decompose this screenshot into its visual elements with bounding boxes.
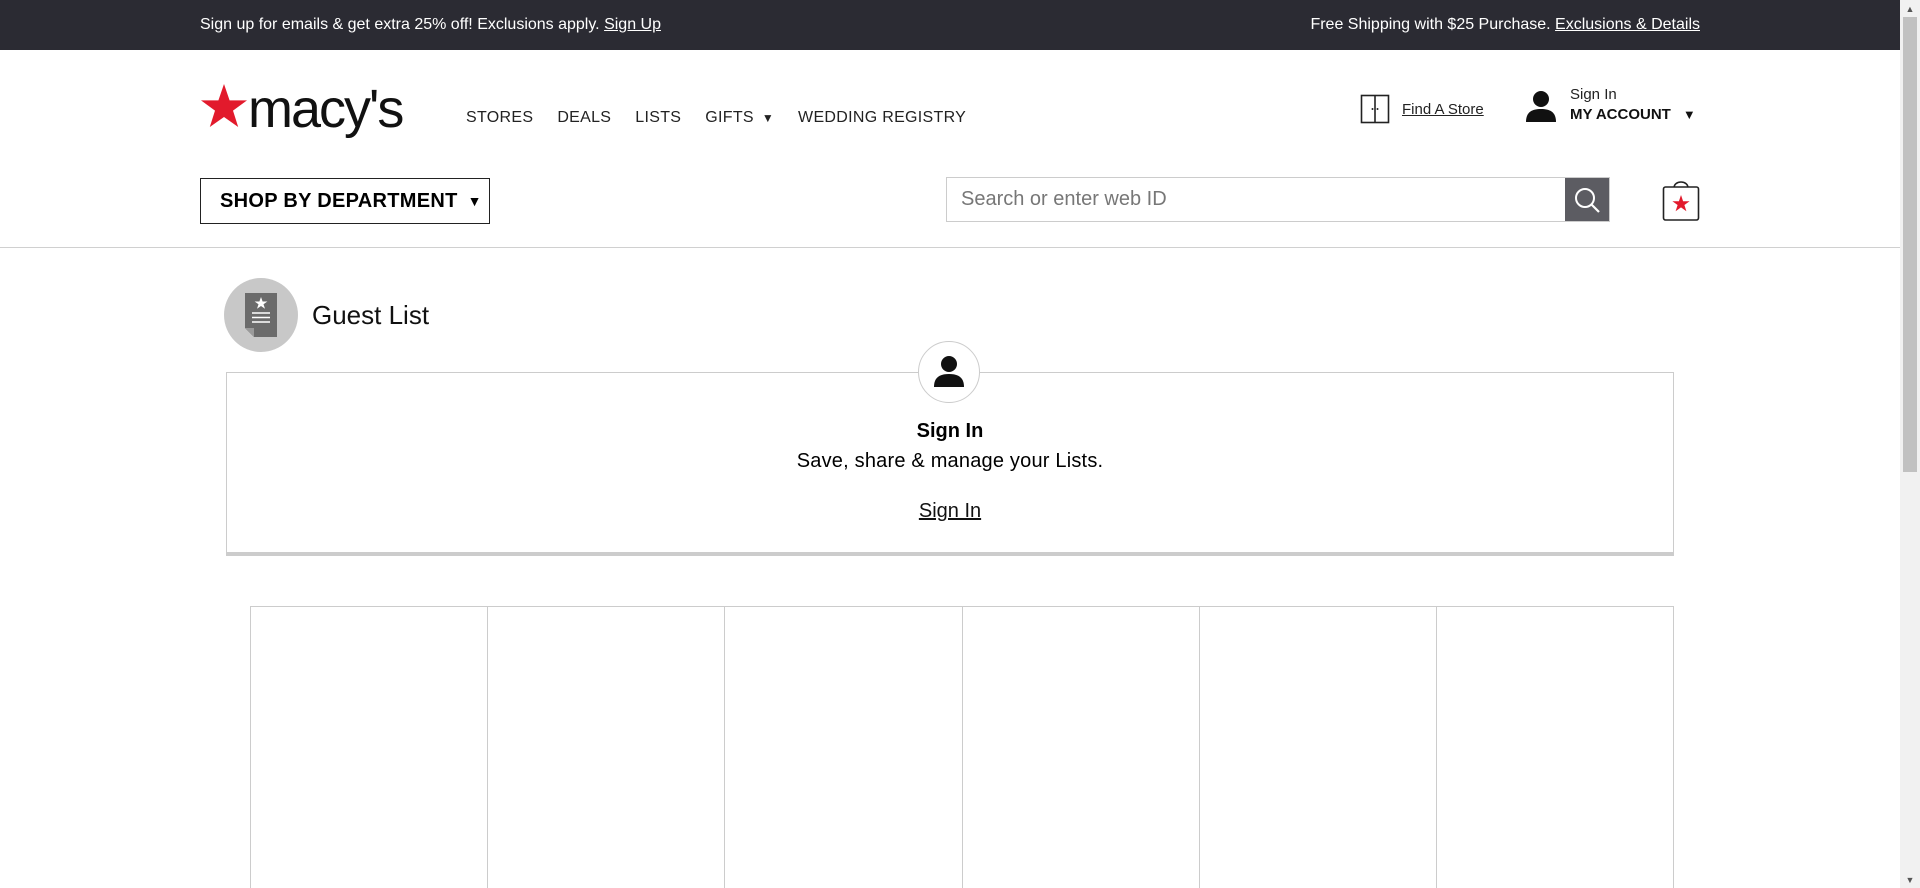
nav-lists[interactable]: LISTS (635, 109, 681, 127)
promo-left: Sign up for emails & get extra 25% off! … (200, 16, 661, 34)
shop-by-department-label: SHOP BY DEPARTMENT (220, 189, 458, 212)
my-account-text: MY ACCOUNT (1570, 106, 1671, 123)
nav-gifts[interactable]: GIFTS ▼ (705, 109, 774, 127)
search-input[interactable] (947, 178, 1565, 221)
scrollbar-thumb[interactable] (1903, 17, 1917, 472)
scroll-down-arrow-icon[interactable]: ▼ (1900, 871, 1920, 888)
promo-left-text: Sign up for emails & get extra 25% off! … (200, 16, 600, 33)
macys-logo[interactable]: macy's (200, 79, 404, 139)
promo-bar: Sign up for emails & get extra 25% off! … (0, 0, 1900, 50)
nav-stores-label: STORES (466, 109, 534, 126)
person-icon (1526, 91, 1556, 122)
signin-link-wrap: Sign In (0, 500, 1900, 523)
account-text: Sign In MY ACCOUNT ▼ (1570, 86, 1696, 123)
sign-up-link[interactable]: Sign Up (604, 16, 661, 33)
nav-gifts-label: GIFTS (705, 109, 754, 126)
signin-title: Sign In (916, 420, 984, 442)
caret-down-icon: ▼ (761, 111, 775, 125)
vertical-scrollbar[interactable]: ▲ ▼ (1900, 0, 1920, 888)
red-star-icon (201, 84, 247, 127)
person-icon (934, 356, 964, 387)
grid-cell (725, 607, 963, 888)
nav-stores[interactable]: STORES (466, 109, 533, 127)
grid-cell (251, 607, 489, 888)
site-header: macy's STORES DEALS LISTS GIFTS ▼ WEDDING… (0, 50, 1900, 248)
shop-by-department-button[interactable]: SHOP BY DEPARTMENT ▼ (200, 178, 490, 224)
store-door-icon (1360, 94, 1390, 124)
nav-wedding-registry-label: WEDDING REGISTRY (798, 109, 967, 126)
promo-right: Free Shipping with $25 Purchase. Exclusi… (1310, 16, 1700, 34)
logo-text: macy's (248, 79, 404, 139)
my-account-label: MY ACCOUNT ▼ (1570, 106, 1696, 123)
account-signin-label: Sign In (1570, 86, 1617, 103)
exclusions-details-link[interactable]: Exclusions & Details (1555, 16, 1700, 33)
account-menu[interactable]: Sign In MY ACCOUNT ▼ (1524, 86, 1696, 124)
grid-cell (488, 607, 726, 888)
list-icon-circle (224, 278, 298, 352)
list-document-icon (245, 293, 277, 337)
nav-deals[interactable]: DEALS (557, 109, 611, 127)
search-button[interactable] (1565, 178, 1609, 221)
caret-down-icon: ▼ (467, 193, 482, 209)
shopping-bag-icon (1662, 181, 1700, 221)
caret-down-icon: ▼ (1682, 107, 1696, 122)
find-store-link[interactable]: Find A Store (1402, 101, 1484, 118)
search-icon (1575, 187, 1600, 213)
promo-right-text: Free Shipping with $25 Purchase. (1310, 16, 1551, 33)
product-grid (250, 606, 1674, 888)
shopping-bag-button[interactable] (1662, 176, 1700, 222)
grid-cell (1437, 607, 1673, 888)
nav-wedding-registry[interactable]: WEDDING REGISTRY (798, 109, 966, 127)
find-store[interactable]: Find A Store (1360, 94, 1484, 124)
search-bar (946, 177, 1610, 222)
nav-deals-label: DEALS (557, 109, 612, 126)
scroll-up-arrow-icon[interactable]: ▲ (1900, 0, 1920, 17)
signin-link[interactable]: Sign In (919, 500, 981, 522)
list-header: Guest List (224, 278, 429, 352)
nav-lists-label: LISTS (635, 109, 682, 126)
signin-subtitle: Save, share & manage your Lists. (796, 450, 1104, 472)
grid-cell (963, 607, 1200, 888)
page-title: Guest List (312, 299, 430, 330)
grid-cell (1200, 607, 1437, 888)
signin-avatar (918, 341, 980, 403)
main-nav: STORES DEALS LISTS GIFTS ▼ WEDDING REGIST… (466, 109, 990, 127)
